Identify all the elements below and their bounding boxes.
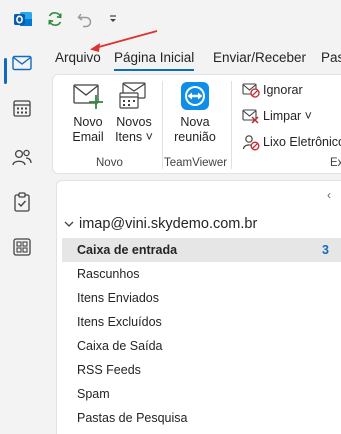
undo-icon[interactable] — [74, 8, 96, 30]
customize-quick-access-icon[interactable] — [102, 8, 124, 30]
ignore-button[interactable]: Ignorar — [241, 79, 303, 101]
ignore-icon — [241, 81, 261, 99]
new-email-label-2: Email — [72, 130, 104, 144]
calendar-nav-button[interactable] — [0, 90, 44, 130]
junk-button[interactable]: Lixo Eletrônico — [241, 131, 341, 153]
junk-person-icon — [241, 133, 261, 151]
folder-item[interactable]: Itens Excluídos — [62, 310, 341, 334]
new-meeting-label-1: Nova — [180, 115, 210, 129]
new-email-icon — [67, 81, 109, 115]
folder-label: Itens Excluídos — [77, 315, 162, 329]
clean-up-icon — [241, 107, 261, 125]
folder-label: Rascunhos — [77, 267, 140, 281]
sync-icon[interactable] — [44, 8, 66, 30]
folder-item[interactable]: Itens Enviados — [62, 286, 341, 310]
folder-label: Caixa de Saída — [77, 339, 163, 353]
tab-home[interactable]: Página Inicial — [114, 50, 194, 65]
new-items-label-1: Novos — [116, 115, 152, 129]
apps-nav-button[interactable] — [0, 229, 44, 269]
account-header[interactable]: imap@vini.skydemo.com.br — [64, 216, 257, 232]
folder-label: Pastas de Pesquisa — [77, 411, 188, 425]
mail-icon — [12, 55, 32, 76]
account-name: imap@vini.skydemo.com.br — [79, 216, 258, 232]
teamviewer-icon — [169, 81, 221, 115]
mail-nav-button[interactable] — [0, 45, 44, 85]
folder-item[interactable]: Caixa de entrada 3 — [62, 238, 341, 262]
people-icon — [12, 148, 32, 171]
chevron-down-icon — [64, 220, 74, 228]
group-separator — [162, 81, 163, 169]
apps-grid-icon — [13, 237, 31, 261]
new-items-label-2: Itens ˅ — [115, 130, 153, 144]
navigation-rail — [0, 38, 44, 434]
folder-label: Itens Enviados — [77, 291, 159, 305]
new-email-button[interactable]: Novo Email — [67, 81, 109, 145]
folder-item[interactable]: Rascunhos — [62, 262, 341, 286]
delete-group-label: Ex — [330, 157, 341, 169]
folder-item[interactable]: Pastas de Pesquisa — [62, 406, 341, 430]
ignore-label: Ignorar — [263, 83, 303, 97]
folder-label: Caixa de entrada — [77, 243, 178, 257]
calendar-icon — [13, 99, 31, 122]
new-email-label-1: Novo — [73, 115, 103, 129]
teamviewer-group-label: TeamViewer — [164, 157, 228, 169]
tab-more[interactable]: Pas — [321, 50, 341, 65]
tab-file[interactable]: Arquivo — [55, 50, 101, 65]
junk-label: Lixo Eletrônico — [263, 135, 341, 149]
people-nav-button[interactable] — [0, 139, 44, 179]
title-bar — [0, 0, 341, 38]
new-meeting-label-2: reunião — [174, 130, 216, 144]
active-indicator — [4, 58, 7, 84]
tasks-nav-button[interactable] — [0, 184, 44, 224]
folder-item[interactable]: RSS Feeds — [62, 358, 341, 382]
folder-item[interactable]: Spam — [62, 382, 341, 406]
new-items-button[interactable]: Novos Itens ˅ — [113, 81, 155, 145]
folder-label: Spam — [77, 387, 110, 401]
group-separator — [231, 81, 232, 169]
ribbon: Novo Email Novos Itens ˅ Novo Nova reuni… — [52, 74, 341, 174]
folder-item[interactable]: Caixa de Saída — [62, 334, 341, 358]
new-items-icon — [113, 81, 155, 115]
new-meeting-button[interactable]: Nova reunião — [169, 81, 221, 145]
new-group-label: Novo — [96, 157, 123, 169]
folder-label: RSS Feeds — [77, 363, 141, 377]
clean-up-label: Limpar ˅ — [263, 109, 312, 123]
collapse-pane-icon[interactable]: ‹ — [327, 188, 331, 202]
unread-count: 3 — [322, 243, 329, 257]
clipboard-check-icon — [14, 191, 30, 217]
clean-up-button[interactable]: Limpar ˅ — [241, 105, 312, 127]
tab-send-receive[interactable]: Enviar/Receber — [213, 50, 306, 65]
outlook-logo-icon — [12, 8, 34, 30]
active-tab-underline — [114, 69, 194, 71]
